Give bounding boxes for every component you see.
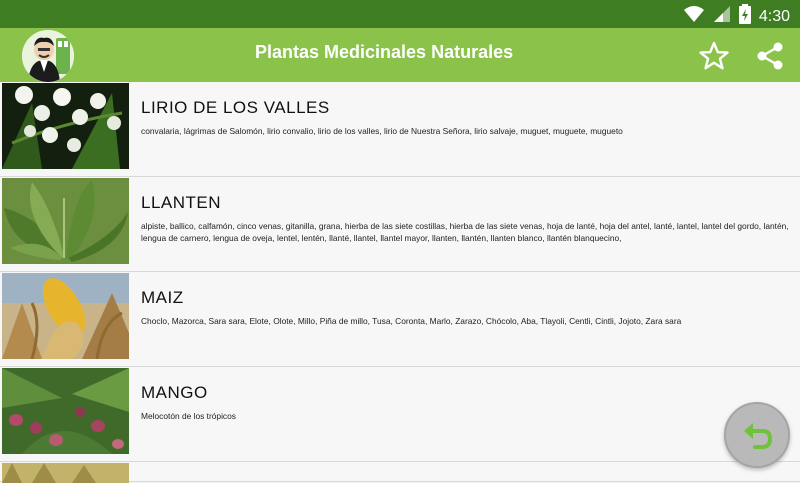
list-item[interactable]: LLANTEN alpiste, ballico, calfamón, cinc… (0, 177, 800, 272)
list-item[interactable]: MANGO Melocotón de los trópicos (0, 367, 800, 462)
undo-button[interactable] (724, 402, 790, 468)
plant-image (2, 178, 129, 264)
app-logo[interactable] (22, 30, 74, 82)
plant-synonyms: alpiste, ballico, calfamón, cinco venas,… (141, 221, 789, 243)
status-time: 4:30 (758, 7, 790, 25)
list-item[interactable]: MAIZ Choclo, Mazorca, Sara sara, Elote, … (0, 272, 800, 367)
list-item[interactable]: LIRIO DE LOS VALLES convalaria, lágrimas… (0, 82, 800, 177)
plant-name: LIRIO DE LOS VALLES (141, 98, 330, 117)
plant-image (2, 83, 129, 169)
favorite-button[interactable] (698, 40, 730, 72)
signal-icon (713, 5, 731, 28)
plant-image (2, 463, 129, 483)
app-title: Plantas Medicinales Naturales (255, 42, 514, 62)
share-icon (754, 42, 786, 76)
plant-synonyms: convalaria, lágrimas de Salomón, lirio c… (141, 126, 623, 136)
plant-name: MANGO (141, 383, 208, 402)
plant-image (2, 368, 129, 454)
status-bar: 4:30 (0, 0, 800, 28)
plant-image (2, 273, 129, 359)
battery-icon (738, 4, 751, 29)
plant-synonyms: Choclo, Mazorca, Sara sara, Elote, Olote… (141, 316, 682, 326)
plant-list: LIRIO DE LOS VALLES convalaria, lágrimas… (0, 82, 800, 483)
star-icon (698, 41, 730, 76)
plant-name: MAIZ (141, 288, 184, 307)
list-item[interactable] (0, 462, 800, 483)
plant-synonyms: Melocotón de los trópicos (141, 411, 236, 421)
share-button[interactable] (754, 40, 786, 72)
plant-name: LLANTEN (141, 193, 222, 212)
wifi-icon (683, 5, 705, 28)
app-bar: Plantas Medicinales Naturales (0, 28, 800, 82)
